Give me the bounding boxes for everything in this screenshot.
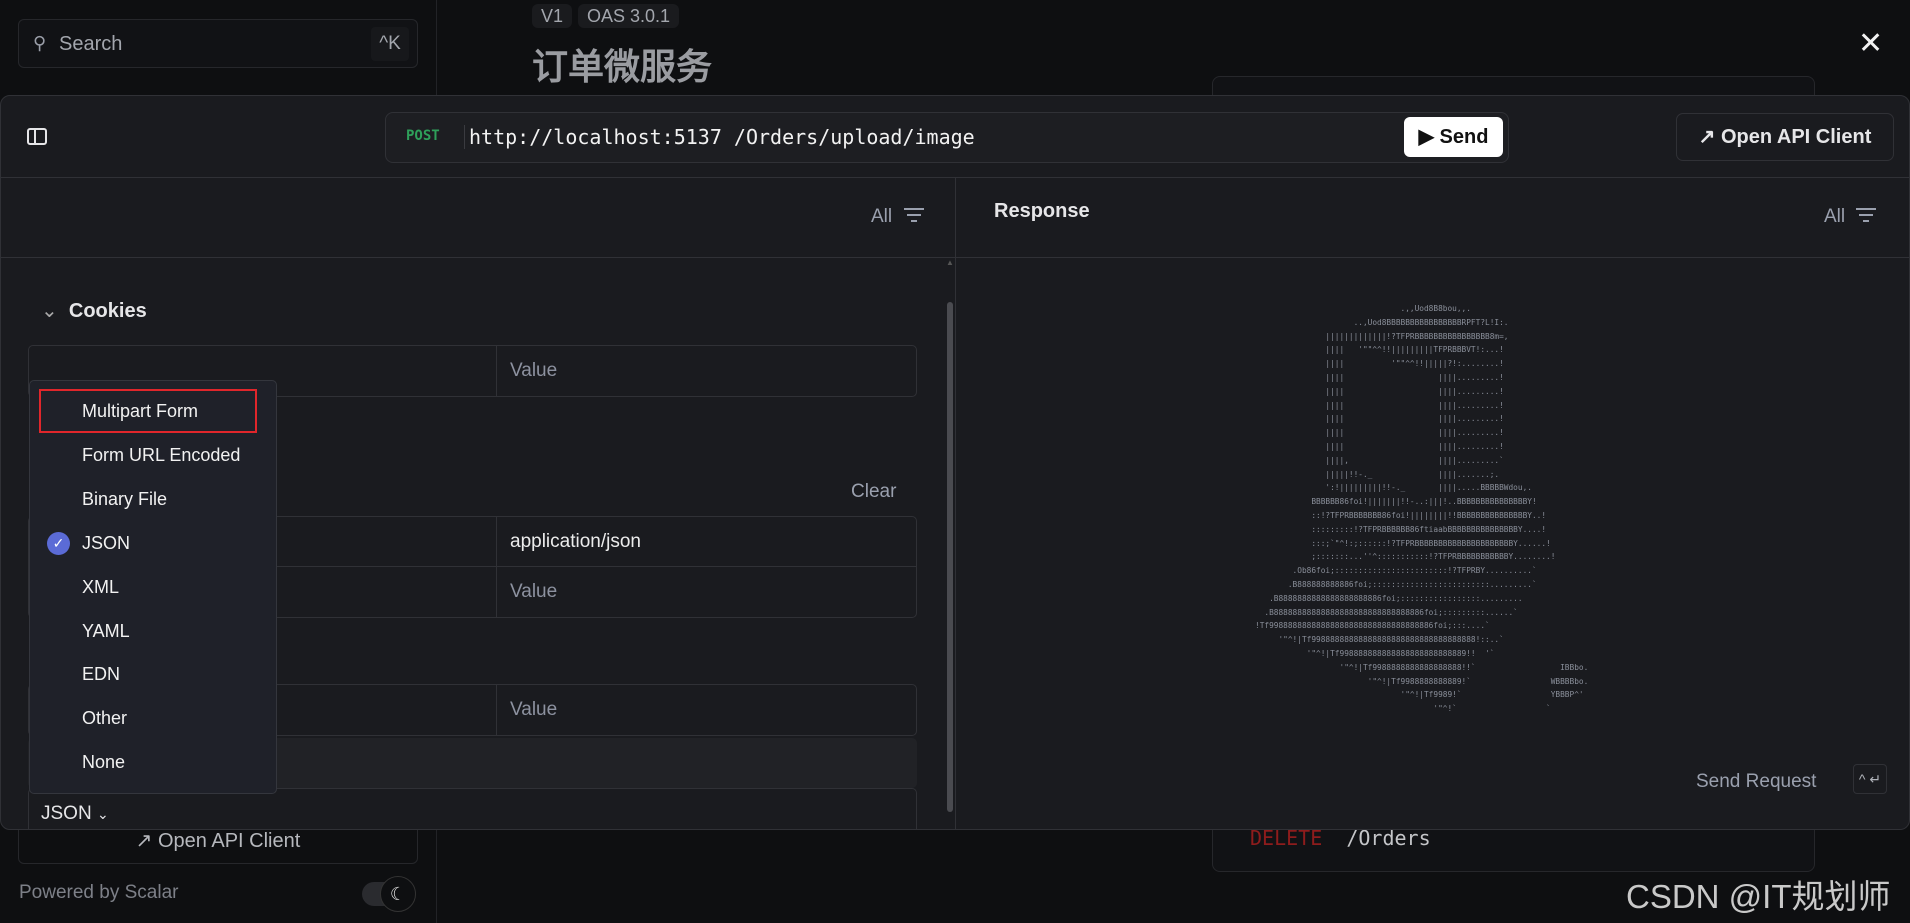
menu-item-other[interactable]: Other bbox=[82, 708, 127, 729]
menu-item-form-url-encoded[interactable]: Form URL Encoded bbox=[82, 445, 240, 466]
version-badge: V1 bbox=[532, 4, 573, 28]
chevron-down-icon: ⌄ bbox=[41, 300, 64, 322]
value-input[interactable]: application/json bbox=[496, 517, 641, 566]
menu-item-xml[interactable]: XML bbox=[82, 577, 119, 598]
menu-item-multipart-form[interactable]: Multipart Form bbox=[82, 401, 198, 422]
cookies-section-toggle[interactable]: ⌄ Cookies bbox=[41, 298, 147, 323]
clear-button[interactable]: Clear bbox=[851, 481, 896, 503]
search-icon: ⚲ bbox=[33, 33, 47, 53]
close-icon[interactable]: ✕ bbox=[1858, 26, 1883, 61]
menu-item-yaml[interactable]: YAML bbox=[82, 621, 130, 642]
moon-icon: ☾ bbox=[380, 876, 416, 912]
oas-badge: OAS 3.0.1 bbox=[578, 4, 680, 28]
open-api-client-label: Open API Client bbox=[1720, 126, 1872, 148]
powered-by[interactable]: Powered by Scalar bbox=[19, 882, 178, 904]
dark-mode-toggle[interactable]: ☾ bbox=[362, 876, 416, 912]
menu-item-edn[interactable]: EDN bbox=[82, 664, 120, 685]
request-filter[interactable]: All bbox=[871, 206, 892, 228]
value-input[interactable]: Value bbox=[496, 346, 557, 396]
response-pane-header: Response All bbox=[956, 178, 1909, 258]
menu-item-binary-file[interactable]: Binary File bbox=[82, 489, 167, 510]
response-pane: Response All .,,Uod8B8bou,,. ..,Uod8BBBB… bbox=[956, 178, 1909, 829]
request-pane-header: All bbox=[1, 178, 955, 258]
arrow-up-right-icon: ↗ bbox=[135, 830, 158, 852]
value-input[interactable]: Value bbox=[496, 567, 557, 617]
response-title: Response bbox=[994, 200, 1090, 222]
sidebar-toggle-icon[interactable] bbox=[27, 128, 47, 145]
send-button[interactable]: ▶ Send bbox=[1404, 117, 1503, 157]
filter-icon[interactable] bbox=[904, 208, 924, 224]
value-input[interactable]: Value bbox=[496, 685, 557, 735]
menu-item-none[interactable]: None bbox=[82, 752, 125, 773]
scrollbar-thumb[interactable] bbox=[947, 302, 953, 812]
page-title: 订单微服务 bbox=[532, 46, 713, 87]
body-type-select[interactable]: JSON ⌄ bbox=[29, 789, 916, 829]
menu-item-json[interactable]: JSON bbox=[82, 533, 130, 554]
method-badge[interactable]: POST bbox=[406, 128, 440, 144]
scalar-ascii-logo: .,,Uod8B8bou,,. ..,Uod8BBBBBBBBBBBBBBBBR… bbox=[1255, 304, 1589, 714]
filter-icon[interactable] bbox=[1856, 208, 1876, 224]
send-label: Send bbox=[1439, 126, 1489, 148]
search-shortcut: ^K bbox=[371, 27, 409, 61]
play-icon: ▶ bbox=[1418, 126, 1440, 148]
arrow-up-right-icon: ↗ bbox=[1698, 126, 1721, 148]
send-request-shortcut: ^ ↵ bbox=[1853, 764, 1887, 794]
search-input[interactable]: ⚲ Search ^K bbox=[18, 19, 418, 68]
response-filter[interactable]: All bbox=[1824, 206, 1845, 228]
url-bar[interactable]: POST http://localhost:5137 /Orders/uploa… bbox=[385, 112, 1509, 163]
body-editor: JSON ⌄ 1 bbox=[28, 788, 917, 829]
open-api-client-button[interactable]: ↗ Open API Client bbox=[1676, 113, 1894, 161]
api-client-modal: POST http://localhost:5137 /Orders/uploa… bbox=[0, 95, 1910, 830]
send-request-hint[interactable]: Send Request bbox=[1696, 771, 1816, 793]
modal-header: POST http://localhost:5137 /Orders/uploa… bbox=[1, 96, 1909, 178]
scroll-down-icon[interactable]: ▼ bbox=[946, 829, 954, 830]
url-input[interactable]: http://localhost:5137 /Orders/upload/ima… bbox=[464, 125, 975, 149]
check-icon: ✓ bbox=[47, 532, 70, 555]
watermark: CSDN @IT规划师 bbox=[1626, 878, 1891, 915]
search-placeholder: Search bbox=[59, 33, 123, 55]
scrollbar[interactable]: ▲ ▼ bbox=[945, 258, 955, 830]
scroll-up-icon[interactable]: ▲ bbox=[946, 258, 954, 267]
body-type-label: JSON bbox=[41, 803, 92, 824]
chevron-down-icon: ⌄ bbox=[96, 806, 109, 822]
cookies-label: Cookies bbox=[68, 300, 147, 322]
body-type-menu: Multipart Form Form URL Encoded Binary F… bbox=[29, 380, 277, 794]
sidebar-open-api-client-label: Open API Client bbox=[158, 830, 301, 852]
